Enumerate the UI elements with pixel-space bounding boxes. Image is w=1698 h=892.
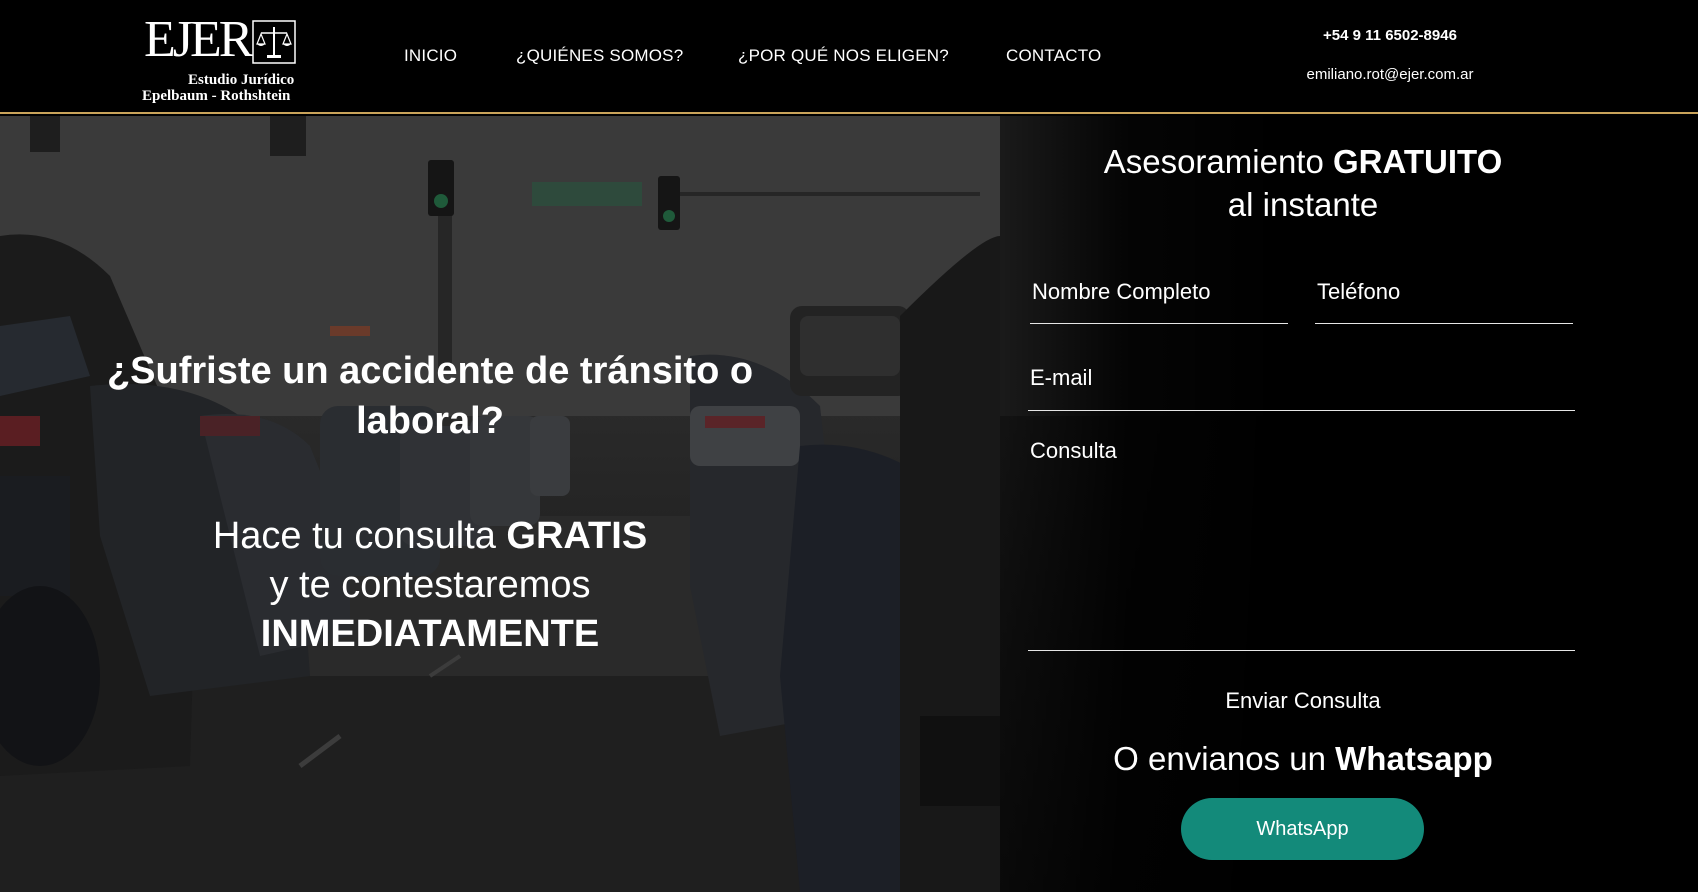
whatsapp-title-bold: Whatsapp	[1335, 740, 1493, 777]
nav-por-que-nos-eligen[interactable]: ¿POR QUÉ NOS ELIGEN?	[738, 46, 949, 66]
hero-subheadline: Hace tu consulta GRATIS y te contestarem…	[60, 512, 800, 659]
nav-quienes-somos[interactable]: ¿QUIÉNES SOMOS?	[516, 46, 683, 66]
scales-of-justice-icon	[252, 20, 296, 64]
nav-contacto[interactable]: CONTACTO	[1006, 46, 1101, 66]
email-field	[1028, 358, 1575, 411]
site-logo[interactable]: EJER Estudio Jurídico Epelbaum - Rothsht…	[140, 11, 298, 104]
hero-sub-bold-inmediatamente: INMEDIATAMENTE	[260, 613, 600, 655]
form-title-line2: al instante	[1227, 186, 1379, 223]
whatsapp-button[interactable]: WhatsApp	[1181, 798, 1424, 860]
logo-tagline: Estudio Jurídico	[188, 72, 295, 88]
hero-sub-text-2: y te contestaremos	[269, 564, 591, 606]
form-title: Asesoramiento GRATUITO al instante	[1030, 140, 1576, 226]
whatsapp-title-text: O envianos un	[1113, 740, 1336, 777]
header-phone[interactable]: +54 9 11 6502-8946	[1280, 27, 1500, 44]
hero-sub-bold-gratis: GRATIS	[506, 515, 648, 557]
name-input[interactable]	[1030, 274, 1288, 310]
header-email[interactable]: emiliano.rot@ejer.com.ar	[1270, 66, 1510, 83]
email-input[interactable]	[1028, 360, 1575, 396]
site-header: EJER Estudio Jurídico Epelbaum - Rothsht…	[0, 0, 1698, 114]
whatsapp-title: O envianos un Whatsapp	[1030, 740, 1576, 778]
form-title-text: Asesoramiento	[1103, 143, 1333, 180]
logo-wordmark: EJER	[144, 11, 253, 68]
logo-partners: Epelbaum - Rothshtein	[142, 88, 291, 104]
submit-button[interactable]: Enviar Consulta	[1100, 686, 1506, 716]
hero-headline: ¿Sufriste un accidente de tránsito o lab…	[106, 350, 754, 442]
message-textarea[interactable]	[1028, 438, 1575, 650]
name-field	[1030, 270, 1288, 324]
phone-input[interactable]	[1315, 274, 1573, 310]
message-field	[1028, 438, 1575, 651]
form-title-bold: GRATUITO	[1333, 143, 1503, 180]
hero-sub-text-1: Hace tu consulta	[212, 515, 507, 557]
phone-field	[1315, 270, 1573, 324]
nav-inicio[interactable]: INICIO	[404, 46, 457, 66]
